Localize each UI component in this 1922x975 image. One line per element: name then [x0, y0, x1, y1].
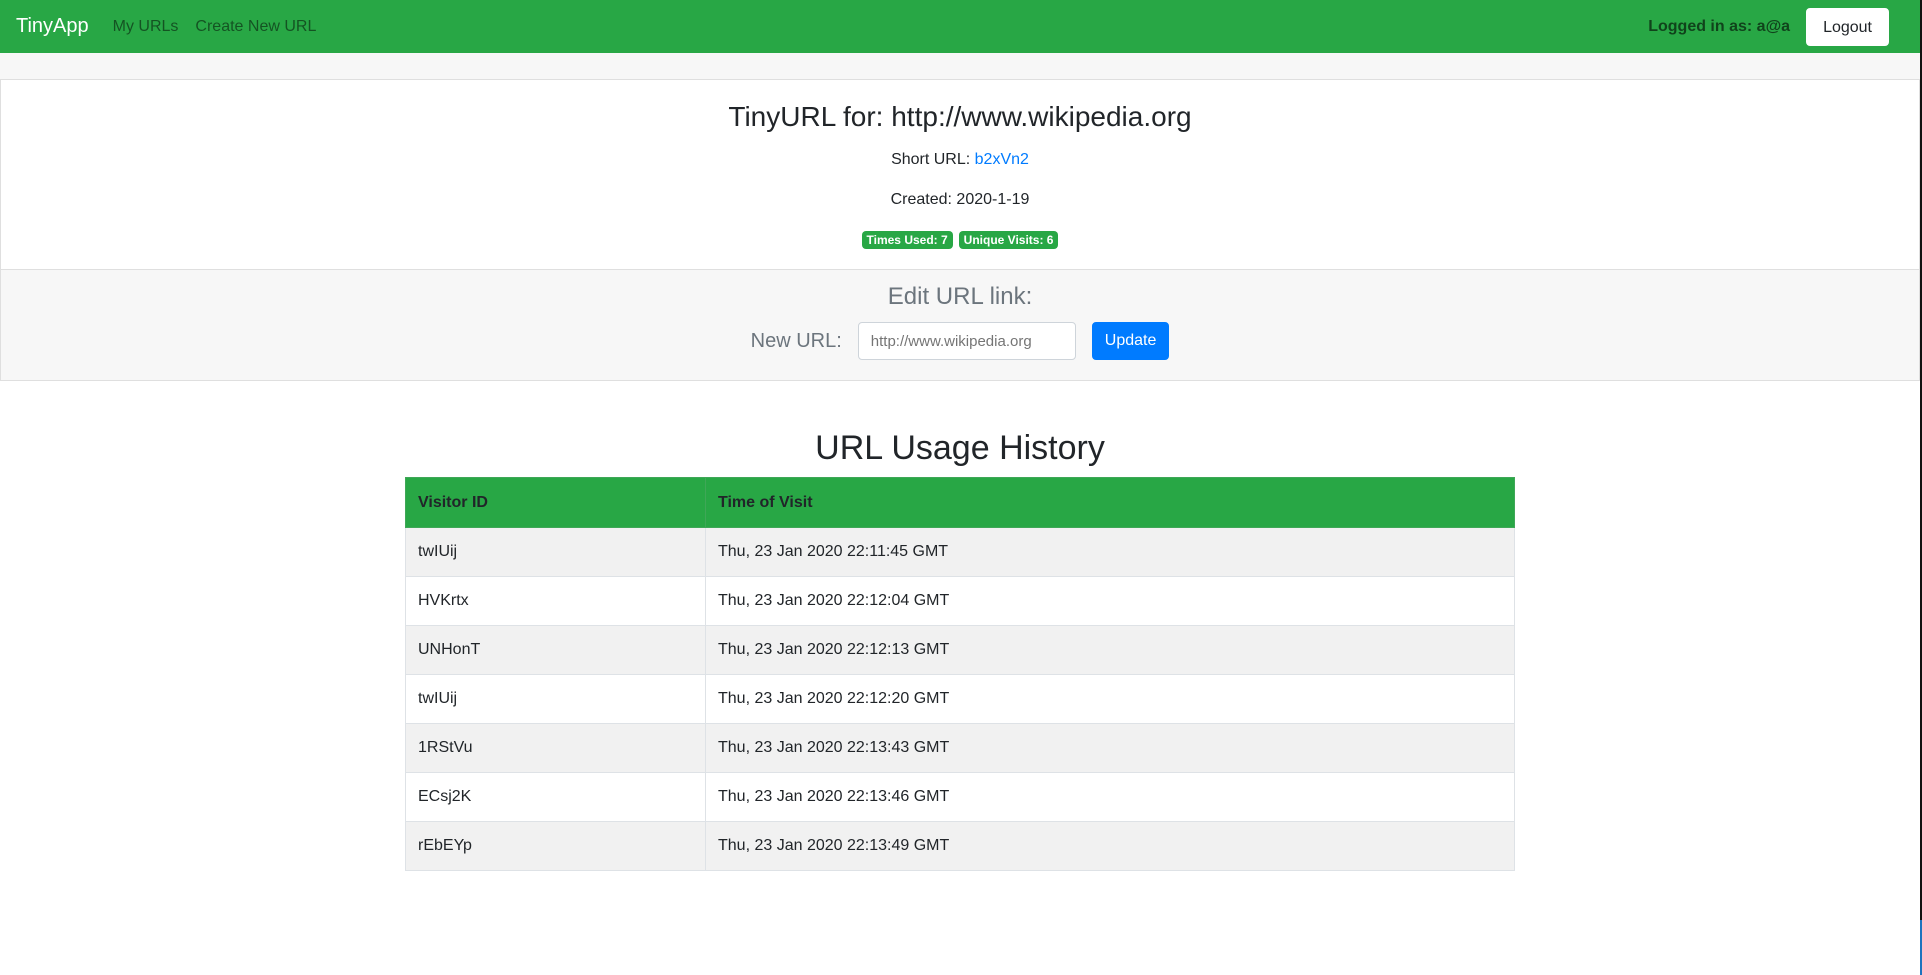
history-title: URL Usage History	[815, 429, 1105, 467]
visit-time-cell: Thu, 23 Jan 2020 22:13:46 GMT	[705, 772, 1515, 822]
url-title: TinyURL for: http://www.wikipedia.org	[728, 101, 1192, 132]
table-row: ECsj2K Thu, 23 Jan 2020 22:13:46 GMT	[405, 772, 1515, 822]
short-url-link[interactable]: b2xVn2	[975, 151, 1029, 168]
table-row: UNHonT Thu, 23 Jan 2020 22:12:13 GMT	[405, 625, 1515, 675]
history-table: Visitor ID Time of Visit twIUij Thu, 23 …	[405, 477, 1515, 871]
visitor-id-cell: 1RStVu	[405, 723, 706, 773]
visitor-id-cell: ECsj2K	[405, 772, 706, 822]
table-row: twIUij Thu, 23 Jan 2020 22:12:20 GMT	[405, 674, 1515, 724]
visit-time-cell: Thu, 23 Jan 2020 22:13:43 GMT	[705, 723, 1515, 773]
update-button[interactable]: Update	[1091, 322, 1170, 360]
visit-time-cell: Thu, 23 Jan 2020 22:11:45 GMT	[705, 527, 1515, 577]
visitor-id-cell: HVKrtx	[405, 576, 706, 626]
edit-url-section: Edit URL link: New URL: Update	[0, 269, 1920, 381]
edit-title: Edit URL link:	[887, 283, 1033, 310]
times-used-badge: Times Used: 7	[861, 231, 953, 249]
visit-time-cell: Thu, 23 Jan 2020 22:12:13 GMT	[705, 625, 1515, 675]
visit-time-cell: Thu, 23 Jan 2020 22:12:04 GMT	[705, 576, 1515, 626]
table-header-row: Visitor ID Time of Visit	[405, 477, 1515, 528]
page: TinyApp My URLs Create New URL Logged in…	[0, 0, 1920, 975]
column-header-time-of-visit: Time of Visit	[705, 477, 1515, 528]
short-url-line: Short URL: b2xVn2	[1, 150, 1919, 170]
short-url-label: Short URL:	[891, 151, 971, 168]
logout-button[interactable]: Logout	[1806, 7, 1889, 46]
table-row: rEbEYp Thu, 23 Jan 2020 22:13:49 GMT	[405, 821, 1515, 871]
column-header-visitor-id: Visitor ID	[405, 477, 706, 528]
brand-link[interactable]: TinyApp	[16, 15, 89, 38]
edit-form: New URL: Update	[1, 322, 1919, 360]
visitor-id-cell: rEbEYp	[405, 821, 706, 871]
stats-badges: Times Used: 7 Unique Visits: 6	[1, 231, 1919, 249]
new-url-label: New URL:	[750, 329, 842, 352]
table-row: HVKrtx Thu, 23 Jan 2020 22:12:04 GMT	[405, 576, 1515, 626]
url-card-body: TinyURL for: http://www.wikipedia.org Sh…	[0, 80, 1920, 269]
card-header	[0, 53, 1920, 80]
visitor-id-cell: twIUij	[405, 674, 706, 724]
nav-my-urls[interactable]: My URLs	[113, 18, 179, 36]
visit-time-cell: Thu, 23 Jan 2020 22:13:49 GMT	[705, 821, 1515, 871]
nav-create-new-url[interactable]: Create New URL	[195, 18, 316, 36]
created-date: Created: 2020-1-19	[890, 191, 1030, 208]
visit-time-cell: Thu, 23 Jan 2020 22:12:20 GMT	[705, 674, 1515, 724]
navbar: TinyApp My URLs Create New URL Logged in…	[0, 0, 1920, 53]
unique-visits-badge: Unique Visits: 6	[958, 231, 1059, 249]
logged-in-text: Logged in as: a@a	[1648, 17, 1791, 35]
nav-user-area: Logged in as: a@a Logout	[1648, 7, 1889, 46]
new-url-input[interactable]	[857, 322, 1076, 360]
table-row: twIUij Thu, 23 Jan 2020 22:11:45 GMT	[405, 527, 1515, 577]
visitor-id-cell: twIUij	[405, 527, 706, 577]
visitor-id-cell: UNHonT	[405, 625, 706, 675]
table-row: 1RStVu Thu, 23 Jan 2020 22:13:43 GMT	[405, 723, 1515, 773]
